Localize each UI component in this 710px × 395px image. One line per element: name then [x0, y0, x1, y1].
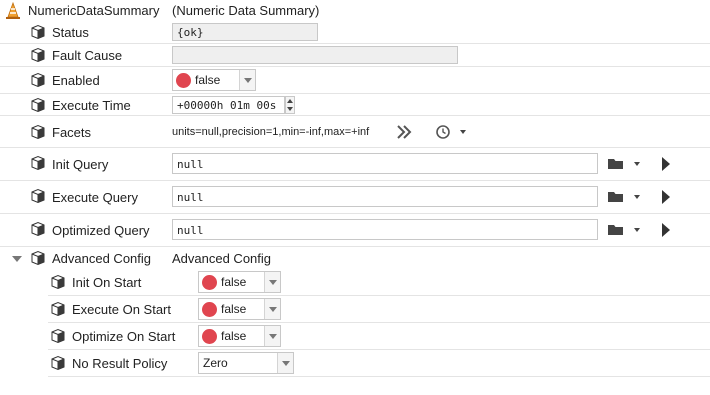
- traffic-cone-icon: [6, 2, 20, 19]
- facets-label: Facets: [52, 125, 92, 140]
- cube-icon: [30, 188, 46, 204]
- cube-icon: [30, 124, 46, 140]
- no-result-policy-select[interactable]: Zero: [198, 352, 294, 374]
- false-status-dot: [176, 73, 191, 88]
- clock-icon[interactable]: [435, 124, 451, 140]
- execute-on-start-row: Execute On Start false: [48, 296, 710, 323]
- cube-icon: [30, 250, 46, 266]
- false-status-dot: [202, 302, 217, 317]
- clock-menu-caret-icon[interactable]: [460, 130, 466, 134]
- play-icon[interactable]: [662, 223, 670, 237]
- status-label: Status: [52, 25, 89, 40]
- status-row: Status {ok}: [0, 22, 710, 44]
- enabled-label: Enabled: [52, 73, 100, 88]
- folder-icon[interactable]: [608, 191, 624, 203]
- expand-toggle-icon[interactable]: [12, 256, 22, 262]
- init-query-label: Init Query: [52, 157, 109, 172]
- header-row: NumericDataSummary (Numeric Data Summary…: [0, 0, 710, 22]
- optimized-query-row: Optimized Query null: [0, 214, 710, 247]
- optimize-on-start-row: Optimize On Start false: [48, 323, 710, 350]
- chevron-down-icon[interactable]: [264, 272, 280, 292]
- optimize-on-start-select[interactable]: false: [198, 325, 281, 347]
- double-chevron-right-icon[interactable]: [396, 124, 412, 140]
- folder-menu-caret-icon[interactable]: [634, 162, 640, 166]
- cube-icon: [50, 355, 66, 371]
- no-result-policy-row: No Result Policy Zero: [48, 350, 710, 377]
- cube-icon: [50, 274, 66, 290]
- fault-cause-row: Fault Cause: [0, 44, 710, 67]
- optimized-query-label: Optimized Query: [52, 223, 150, 238]
- facets-row: Facets units=null,precision=1,min=-inf,m…: [0, 116, 710, 148]
- execute-query-row: Execute Query null: [0, 181, 710, 214]
- component-display-name: (Numeric Data Summary): [172, 3, 320, 18]
- chevron-down-icon[interactable]: [239, 70, 255, 90]
- play-icon[interactable]: [662, 157, 670, 171]
- spinner-up-icon[interactable]: [287, 99, 293, 103]
- fault-cause-label: Fault Cause: [52, 48, 123, 63]
- enabled-select[interactable]: false: [172, 69, 256, 91]
- execute-time-label: Execute Time: [52, 98, 131, 113]
- false-status-dot: [202, 275, 217, 290]
- optimized-query-field[interactable]: null: [172, 219, 598, 240]
- init-query-row: Init Query null: [0, 148, 710, 181]
- init-on-start-value: false: [221, 275, 247, 289]
- cube-icon: [50, 301, 66, 317]
- spinner-down-icon[interactable]: [287, 107, 293, 111]
- chevron-down-icon[interactable]: [264, 299, 280, 319]
- cube-icon: [50, 328, 66, 344]
- folder-menu-caret-icon[interactable]: [634, 195, 640, 199]
- optimize-on-start-value: false: [221, 329, 247, 343]
- execute-on-start-select[interactable]: false: [198, 298, 281, 320]
- folder-icon[interactable]: [608, 224, 624, 236]
- facets-value: units=null,precision=1,min=-inf,max=+inf: [172, 126, 370, 138]
- cube-icon: [30, 97, 46, 113]
- cube-icon: [30, 47, 46, 63]
- execute-time-row: Execute Time +00000h 01m 00s: [0, 94, 710, 116]
- execute-time-spinner[interactable]: [285, 96, 295, 114]
- chevron-down-icon[interactable]: [277, 353, 293, 373]
- init-on-start-select[interactable]: false: [198, 271, 281, 293]
- enabled-row: Enabled false: [0, 67, 710, 94]
- execute-query-field[interactable]: null: [172, 186, 598, 207]
- advanced-config-row: Advanced Config Advanced Config: [0, 247, 710, 269]
- execute-query-label: Execute Query: [52, 190, 138, 205]
- no-result-policy-label: No Result Policy: [72, 356, 168, 371]
- chevron-down-icon[interactable]: [264, 326, 280, 346]
- status-field: {ok}: [172, 23, 318, 41]
- component-name: NumericDataSummary: [28, 3, 160, 18]
- cube-icon: [30, 221, 46, 237]
- false-status-dot: [202, 329, 217, 344]
- cube-icon: [30, 155, 46, 171]
- execute-time-field[interactable]: +00000h 01m 00s: [172, 96, 285, 114]
- execute-on-start-label: Execute On Start: [72, 302, 171, 317]
- folder-menu-caret-icon[interactable]: [634, 228, 640, 232]
- fault-cause-field: [172, 46, 458, 64]
- advanced-config-label: Advanced Config: [52, 251, 152, 266]
- folder-icon[interactable]: [608, 158, 624, 170]
- play-icon[interactable]: [662, 190, 670, 204]
- advanced-config-value: Advanced Config: [172, 251, 272, 266]
- execute-on-start-value: false: [221, 302, 247, 316]
- cube-icon: [30, 24, 46, 40]
- init-query-field[interactable]: null: [172, 153, 598, 174]
- init-on-start-row: Init On Start false: [48, 269, 710, 296]
- cube-icon: [30, 72, 46, 88]
- enabled-value: false: [195, 73, 221, 87]
- optimize-on-start-label: Optimize On Start: [72, 329, 176, 344]
- init-on-start-label: Init On Start: [72, 275, 142, 290]
- no-result-policy-value: Zero: [203, 356, 228, 370]
